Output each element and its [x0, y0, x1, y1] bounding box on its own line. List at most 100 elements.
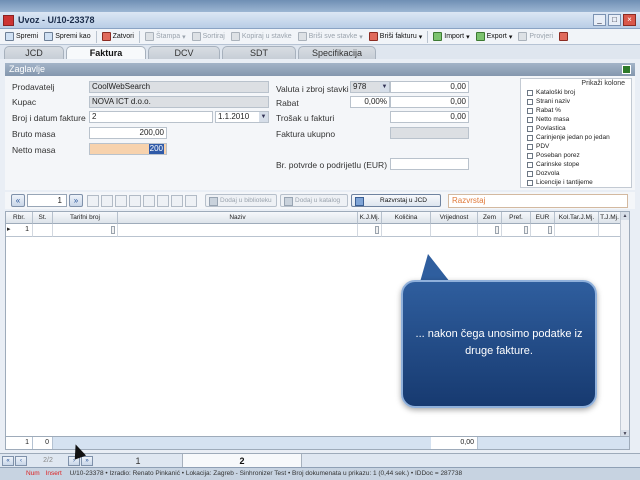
col-header[interactable]: Zem — [478, 212, 502, 224]
collapse-icon[interactable] — [622, 65, 631, 74]
checkbox[interactable] — [527, 152, 533, 159]
discount-percent-field[interactable]: 0,00% — [350, 96, 390, 108]
print-button[interactable]: Štampa ▾ — [142, 30, 189, 44]
lookup-icon[interactable] — [548, 226, 552, 234]
eur-cell[interactable] — [531, 224, 555, 237]
insert-row-icon[interactable] — [101, 195, 113, 207]
column-option[interactable]: PDV — [527, 143, 549, 150]
invoice-number-field[interactable]: 2 — [89, 111, 213, 123]
chevron-down-icon[interactable]: ▼ — [380, 82, 389, 92]
gross-mass-field[interactable]: 200,00 — [89, 127, 167, 139]
copy-row-icon[interactable] — [115, 195, 127, 207]
next-page-icon[interactable]: » — [69, 194, 83, 207]
tab-specifikacija[interactable]: Specifikacija — [298, 46, 376, 59]
checkbox[interactable] — [527, 125, 533, 132]
column-option[interactable]: Netto masa — [527, 116, 569, 123]
checkbox[interactable] — [527, 134, 533, 141]
tariff-unit-cell[interactable] — [599, 224, 621, 237]
vertical-scrollbar[interactable]: ▲ ▼ — [620, 212, 629, 438]
tools-icon[interactable] — [171, 195, 183, 207]
chevron-down-icon[interactable]: ▼ — [259, 112, 268, 122]
checkbox[interactable] — [527, 98, 533, 105]
classify-jcd-button[interactable]: Razvrstaj u JCD — [351, 194, 441, 207]
column-option[interactable]: Carinjenje jedan po jedan — [527, 134, 610, 141]
import-button[interactable]: Import ▾ — [430, 30, 472, 44]
lookup-icon[interactable] — [375, 226, 379, 234]
column-option[interactable]: Dozvola — [527, 170, 559, 177]
prev-page-icon[interactable]: « — [11, 194, 25, 207]
delete-all-items-button[interactable]: Briši sve stavke ▾ — [295, 30, 366, 44]
copy-to-items-button[interactable]: Kopiraj u stavke — [228, 30, 295, 44]
invoice-tab-1[interactable]: 1 — [96, 454, 180, 468]
calculator-icon[interactable] — [157, 195, 169, 207]
col-header[interactable]: Vrijednost — [431, 212, 478, 224]
tab-jcd[interactable]: JCD — [4, 46, 64, 59]
checkbox[interactable] — [527, 89, 533, 96]
tab-sdt[interactable]: SDT — [222, 46, 296, 59]
discount-amount-field[interactable]: 0,00 — [390, 96, 469, 108]
column-option[interactable]: Rabat % — [527, 107, 561, 114]
delete-invoice-button[interactable]: Briši fakturu ▾ — [366, 30, 425, 44]
column-option[interactable]: Povlastica — [527, 125, 566, 132]
lookup-icon[interactable] — [524, 226, 528, 234]
checkbox[interactable] — [527, 179, 533, 186]
checkbox[interactable] — [527, 161, 533, 168]
col-header[interactable]: Pref. — [502, 212, 531, 224]
net-mass-field[interactable]: 200 — [89, 143, 167, 155]
first-page-icon[interactable]: « — [2, 456, 14, 466]
col-header[interactable]: K.J.Mj. — [358, 212, 382, 224]
add-to-library-button[interactable]: Dodaj u biblioteku — [205, 194, 277, 207]
col-header[interactable]: Rbr. — [6, 212, 33, 224]
export-button[interactable]: Export ▾ — [473, 30, 516, 44]
add-row-icon[interactable] — [87, 195, 99, 207]
add-to-catalog-button[interactable]: Dodaj u katalog — [280, 194, 348, 207]
table-icon[interactable] — [143, 195, 155, 207]
checkbox[interactable] — [527, 116, 533, 123]
column-option[interactable]: Kataloški broj — [527, 89, 575, 96]
column-option[interactable]: Licencije i tantijeme — [527, 179, 593, 186]
scroll-up-icon[interactable]: ▲ — [621, 212, 629, 220]
prev-doc-icon[interactable]: ‹ — [15, 456, 27, 466]
sort-button[interactable]: Sortiraj — [189, 30, 228, 44]
settings-icon[interactable] — [185, 195, 197, 207]
maximize-icon[interactable]: □ — [608, 14, 621, 26]
minimize-icon[interactable]: _ — [593, 14, 606, 26]
tariff-cell[interactable] — [53, 224, 118, 237]
last-page-icon[interactable]: » — [81, 456, 93, 466]
checkbox[interactable] — [527, 143, 533, 150]
col-header[interactable]: Kol.Tar.J.Mj. — [555, 212, 599, 224]
items-total-field[interactable]: 0,00 — [390, 81, 469, 93]
save-as-button[interactable]: Spremi kao — [41, 30, 93, 44]
lookup-icon[interactable] — [495, 226, 499, 234]
col-header[interactable]: EUR — [531, 212, 555, 224]
country-cell[interactable] — [478, 224, 502, 237]
st-cell[interactable] — [33, 224, 53, 237]
quantity-cell[interactable] — [382, 224, 431, 237]
unit-cell[interactable] — [358, 224, 382, 237]
col-header[interactable]: Naziv — [118, 212, 358, 224]
col-header[interactable]: Tarifni broj — [53, 212, 118, 224]
checkbox[interactable] — [527, 107, 533, 114]
invoice-date-field[interactable]: 1.1.2010 ▼ — [215, 111, 269, 123]
column-option[interactable]: Poseban porez — [527, 152, 580, 159]
classify-field[interactable]: Razvrstaj — [448, 194, 628, 208]
col-header[interactable]: T.J.Mj. — [599, 212, 621, 224]
page-number-field[interactable]: 1 — [27, 194, 67, 207]
column-option[interactable]: Carinske stope — [527, 161, 579, 168]
close-icon[interactable]: × — [623, 14, 636, 26]
currency-field[interactable]: 978 ▼ — [350, 81, 390, 93]
qty-tariff-unit-cell[interactable] — [555, 224, 599, 237]
column-option[interactable]: Strani naziv — [527, 98, 570, 105]
invoice-cost-field[interactable]: 0,00 — [390, 111, 469, 123]
delete-row-icon[interactable] — [129, 195, 141, 207]
lookup-icon[interactable] — [111, 226, 115, 234]
tab-faktura[interactable]: Faktura — [66, 46, 146, 59]
col-header[interactable]: Količina — [382, 212, 431, 224]
value-cell[interactable] — [431, 224, 478, 237]
checkbox[interactable] — [527, 170, 533, 177]
name-cell[interactable] — [118, 224, 358, 237]
pref-cell[interactable] — [502, 224, 531, 237]
close-doc-button[interactable]: Zatvori — [99, 30, 137, 44]
origin-cert-field[interactable] — [390, 158, 469, 170]
check-button[interactable]: Provjeri — [515, 30, 556, 44]
